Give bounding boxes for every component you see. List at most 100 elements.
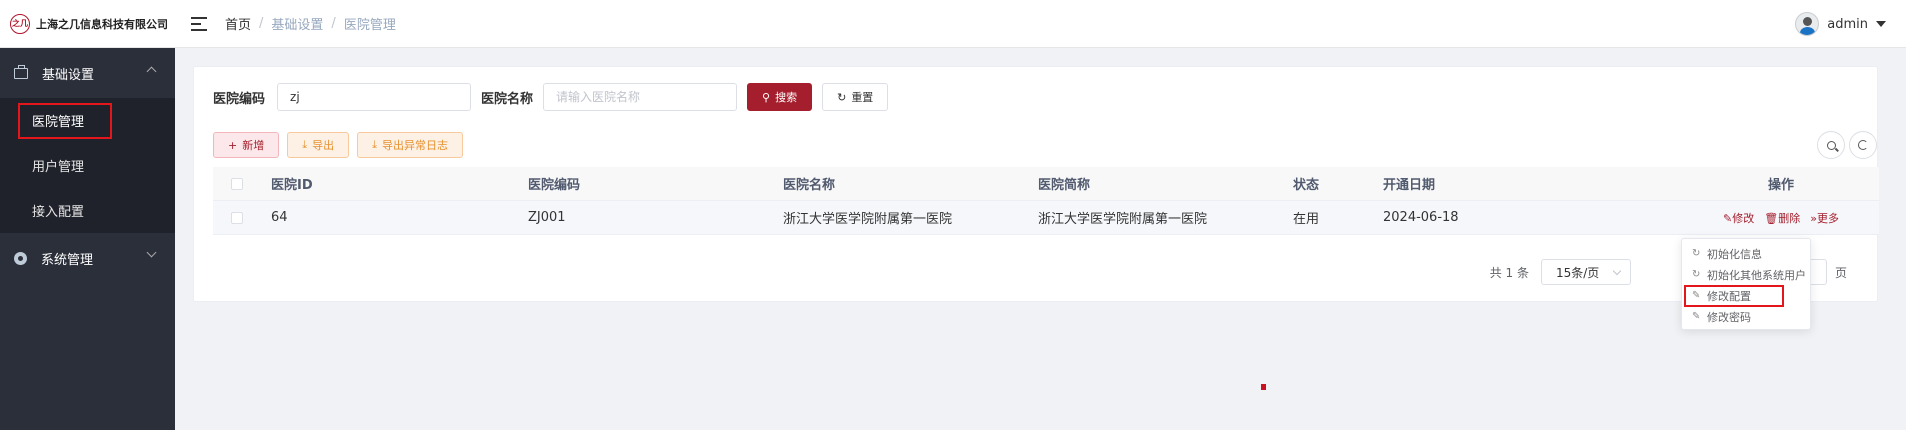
hospital-code-label: 医院编码	[213, 91, 266, 107]
sidebar-group-system-management[interactable]: 系统管理	[0, 233, 175, 283]
user-menu[interactable]: admin	[1795, 12, 1886, 36]
breadcrumb-home[interactable]: 首页	[225, 14, 251, 33]
header-name: 医院名称	[783, 178, 836, 193]
search-button[interactable]: ⚲ 搜索	[747, 83, 813, 111]
sidebar-item-access-config[interactable]: 接入配置	[0, 188, 175, 233]
select-all-checkbox[interactable]	[231, 177, 243, 190]
table-header: 医院ID 医院编码 医院名称 医院简称 状态 开通日期 操作	[213, 167, 1879, 201]
hospital-code-input[interactable]	[277, 83, 472, 111]
search-icon	[1826, 140, 1836, 150]
toolbar: + 新增 ⤓ 导出 ⤓ 导出异常日志	[213, 132, 463, 158]
header-date: 开通日期	[1383, 178, 1436, 193]
delete-link-label: 删除	[1778, 211, 1801, 225]
page-suffix: 页	[1834, 265, 1847, 280]
edit-link[interactable]: ✎修改	[1723, 210, 1754, 226]
export-button[interactable]: ⤓ 导出	[287, 132, 350, 158]
highlight-box	[1684, 285, 1784, 307]
hospital-table: 医院ID 医院编码 医院名称 医院简称 状态 开通日期 操作 64 ZJ001 …	[213, 167, 1879, 235]
more-link[interactable]: »更多	[1810, 210, 1839, 226]
caret-down-icon[interactable]	[1876, 21, 1886, 27]
row-select-cell	[213, 211, 271, 224]
search-icon: ⚲	[762, 90, 771, 104]
menu-item-change-password[interactable]: ✎ 修改密码	[1682, 306, 1810, 327]
download-icon: ⤓	[372, 138, 377, 151]
more-link-label: 更多	[1816, 211, 1839, 225]
cell-code: ZJ001	[528, 210, 566, 225]
edit-icon: ✎	[1723, 211, 1733, 225]
breadcrumb-current: 医院管理	[343, 18, 396, 33]
select-all-cell	[213, 177, 271, 190]
edit-icon: ✎	[1692, 311, 1701, 322]
search-button-label: 搜索	[775, 91, 798, 104]
main-card: 医院编码 医院名称 ⚲ 搜索 ↻ 重置 + 新增 ⤓ 导出 ⤓ 导出异常日志	[193, 66, 1879, 302]
more-actions-dropdown: ↻ 初始化信息 ↻ 初始化其他系统用户 ✎ 修改配置 ✎ 修改密码	[1681, 238, 1811, 330]
logo-mark-icon: 之几	[10, 13, 30, 34]
cursor-marker	[1261, 384, 1266, 390]
add-button[interactable]: + 新增	[213, 132, 280, 158]
hospital-name-input[interactable]	[543, 83, 738, 111]
row-actions: ✎修改 🗑删除 »更多	[1683, 210, 1879, 226]
sidebar-item-label: 接入配置	[32, 205, 85, 220]
sidebar-item-hospital-management[interactable]: 医院管理	[0, 98, 175, 143]
menu-toggle-icon[interactable]	[191, 16, 207, 31]
breadcrumb: 首页 / 基础设置 / 医院管理	[225, 14, 396, 33]
plus-icon: +	[228, 138, 238, 152]
breadcrumb-separator: /	[259, 16, 264, 31]
header-status: 状态	[1293, 178, 1320, 193]
menu-item-label: 修改密码	[1707, 310, 1751, 324]
sidebar-group-basic-settings[interactable]: 基础设置	[0, 48, 175, 98]
highlight-box	[18, 103, 112, 139]
avatar[interactable]	[1795, 12, 1820, 36]
cell-date: 2024-06-18	[1383, 210, 1459, 225]
breadcrumb-separator: /	[331, 16, 336, 31]
header-id: 医院ID	[271, 178, 313, 193]
chevron-up-icon	[146, 66, 157, 77]
menu-item-init-other-users[interactable]: ↻ 初始化其他系统用户	[1682, 264, 1810, 285]
gear-icon	[14, 251, 27, 265]
refresh-icon: ↻	[1692, 269, 1701, 280]
search-form: 医院编码 医院名称 ⚲ 搜索 ↻ 重置	[213, 82, 889, 112]
menu-item-edit-config[interactable]: ✎ 修改配置	[1682, 285, 1810, 307]
user-name[interactable]: admin	[1827, 17, 1868, 32]
pagination-total: 共 1 条	[1489, 265, 1529, 280]
cell-name: 浙江大学医学院附属第一医院	[783, 212, 953, 227]
reset-button-label: 重置	[851, 91, 874, 104]
reset-button[interactable]: ↻ 重置	[822, 83, 889, 111]
header-operations: 操作	[1767, 178, 1794, 193]
refresh-button[interactable]	[1849, 131, 1877, 159]
export-log-button[interactable]: ⤓ 导出异常日志	[357, 132, 463, 158]
delete-link[interactable]: 🗑删除	[1764, 210, 1800, 226]
menu-item-label: 初始化其他系统用户	[1707, 268, 1806, 282]
sidebar-group-label: 系统管理	[41, 252, 94, 268]
company-logo[interactable]: 之几 上海之几信息科技有限公司	[0, 0, 175, 48]
table-row[interactable]: 64 ZJ001 浙江大学医学院附属第一医院 浙江大学医学院附属第一医院 在用 …	[213, 201, 1879, 235]
export-log-button-label: 导出异常日志	[381, 139, 448, 152]
download-icon: ⤓	[302, 138, 308, 151]
header-short-name: 医院简称	[1038, 178, 1091, 193]
sidebar-group-label: 基础设置	[42, 67, 95, 83]
page-size-select[interactable]: 15条/页	[1540, 259, 1631, 285]
briefcase-icon	[14, 64, 28, 79]
double-chevron-right-icon: »	[1810, 211, 1817, 225]
chevron-down-icon	[146, 247, 157, 258]
export-button-label: 导出	[312, 139, 335, 152]
cell-operations: ✎修改 🗑删除 »更多	[1683, 210, 1879, 226]
menu-item-label: 初始化信息	[1707, 247, 1762, 261]
menu-item-init-info[interactable]: ↻ 初始化信息	[1682, 243, 1810, 264]
top-header: 之几 上海之几信息科技有限公司 首页 / 基础设置 / 医院管理 admin	[0, 0, 1906, 48]
sidebar-item-user-management[interactable]: 用户管理	[0, 143, 175, 188]
cell-status: 在用	[1293, 212, 1320, 227]
sidebar: 基础设置 医院管理 用户管理 接入配置 系统管理	[0, 48, 175, 430]
row-checkbox[interactable]	[231, 211, 243, 224]
header-code: 医院编码	[528, 178, 581, 193]
refresh-icon	[1858, 140, 1868, 150]
cell-short-name: 浙江大学医学院附属第一医院	[1038, 212, 1208, 227]
refresh-icon: ↻	[837, 90, 847, 104]
trash-icon: 🗑	[1764, 211, 1779, 225]
hospital-name-label: 医院名称	[481, 91, 534, 107]
sidebar-item-label: 用户管理	[32, 160, 85, 175]
company-name: 上海之几信息科技有限公司	[36, 17, 168, 31]
toggle-search-button[interactable]	[1817, 131, 1845, 159]
cell-id: 64	[271, 210, 288, 225]
sidebar-submenu: 医院管理 用户管理 接入配置	[0, 98, 175, 233]
